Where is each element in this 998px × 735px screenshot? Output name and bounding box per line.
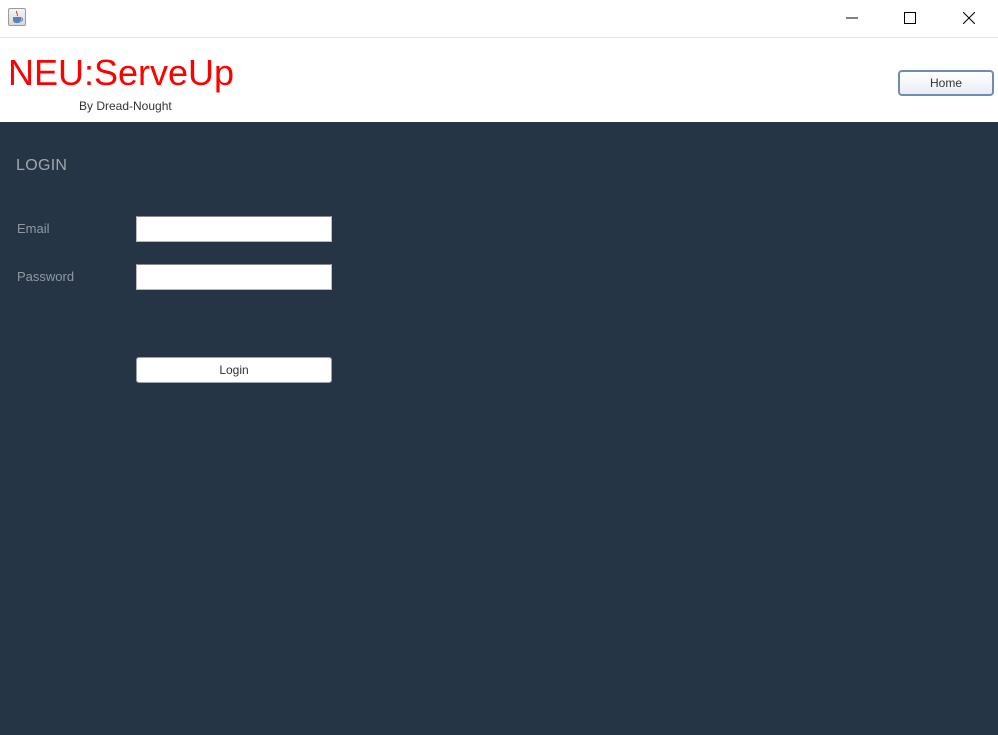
password-label: Password [17, 269, 75, 284]
login-heading: LOGIN [16, 157, 68, 174]
brand-byline: By Dread-Nought [79, 99, 172, 113]
login-panel: LOGIN Email Password Login [0, 122, 998, 735]
close-button[interactable] [940, 0, 998, 36]
password-field[interactable] [136, 264, 332, 290]
email-field[interactable] [136, 216, 332, 242]
application-window: NEU:ServeUp By Dread-Nought Home LOGIN E… [0, 0, 998, 735]
brand-title: NEU:ServeUp [8, 52, 235, 93]
close-icon [963, 12, 975, 24]
java-cup-icon[interactable] [8, 8, 26, 26]
title-bar [0, 0, 998, 38]
minimize-icon [846, 17, 858, 19]
email-label: Email [17, 221, 50, 236]
app-header: NEU:ServeUp By Dread-Nought Home [0, 38, 998, 122]
maximize-button[interactable] [881, 0, 939, 36]
home-button[interactable]: Home [898, 70, 994, 96]
maximize-icon [904, 12, 916, 24]
minimize-button[interactable] [823, 0, 881, 36]
login-button[interactable]: Login [136, 357, 332, 383]
